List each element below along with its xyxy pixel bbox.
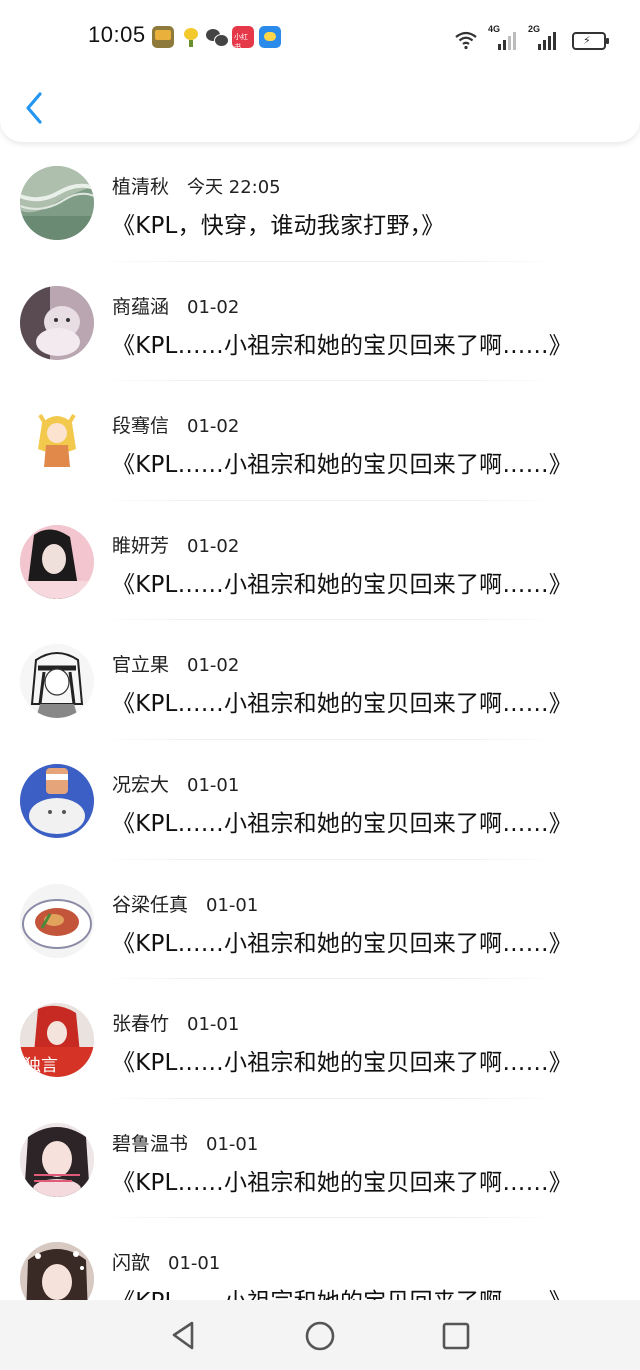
message-preview: 《KPL，快穿，谁动我家打野，》 [112,213,445,239]
message-preview: 《KPL……小祖宗和她的宝贝回来了啊……》 [112,452,572,479]
conversation-item[interactable]: 独言 张春竹 01-01 《KPL……小祖宗和她的宝贝回来了啊……》 [0,979,640,1099]
contact-name: 睢妍芳 [112,534,170,557]
avatar-caption: 独言 [24,1056,58,1076]
conversation-item[interactable]: 碧鲁温书 01-01 《KPL……小祖宗和她的宝贝回来了啊……》 [0,1099,640,1219]
avatar[interactable] [20,285,94,360]
contact-name: 商蕴涵 [112,295,170,318]
xiaohongshu-icon: 小红书 [232,26,254,51]
conversation-meta: 段骞信 01-02 [112,411,240,438]
back-triangle-icon [172,1321,194,1350]
xiaohongshu-icon-label: 小红书 [234,33,248,51]
conversation-meta: 闪歆 01-01 [112,1248,221,1275]
conversation-item[interactable]: 植清秋 今天 22:05 《KPL，快穿，谁动我家打野，》 [0,142,640,262]
conversation-meta: 碧鲁温书 01-01 [112,1129,259,1155]
message-preview: 《KPL……小祖宗和她的宝贝回来了啊……》 [112,691,572,718]
contact-name: 段骞信 [112,415,170,438]
avatar[interactable] [20,1242,94,1300]
bird-app-icon [180,26,202,48]
status-time: 10:05 [88,22,146,47]
message-time: 01-02 [187,296,240,318]
wechat-icon [206,26,229,48]
message-time: 01-01 [187,775,240,796]
conversation-meta: 睢妍芳 01-02 [112,531,240,557]
message-time: 01-02 [187,535,240,557]
conversation-meta: 官立果 01-02 [112,650,240,677]
contact-name: 谷梁任真 [112,893,189,916]
conversation-meta: 况宏大 01-01 [112,770,240,796]
avatar[interactable] [20,764,94,838]
message-time: 01-02 [187,416,240,438]
conversation-item[interactable]: 况宏大 01-01 《KPL……小祖宗和她的宝贝回来了啊……》 [0,740,640,860]
message-time: 01-01 [206,1133,259,1155]
contact-name: 况宏大 [112,774,170,796]
conversation-item[interactable]: 谷梁任真 01-01 《KPL……小祖宗和她的宝贝回来了啊……》 [0,860,640,980]
nav-recent-button[interactable] [438,1318,474,1354]
conversation-meta: 商蕴涵 01-02 [112,292,240,318]
avatar[interactable]: 独言 [20,1003,94,1078]
avatar[interactable] [20,166,94,240]
message-preview: 《KPL……小祖宗和她的宝贝回来了啊……》 [112,571,572,598]
message-time: 01-02 [187,655,240,677]
conversation-item[interactable]: 段骞信 01-02 《KPL……小祖宗和她的宝贝回来了啊……》 [0,381,640,501]
contact-name: 碧鲁温书 [112,1132,189,1155]
system-icons: 4G 2G ⚡ [454,24,609,50]
message-preview: 《KPL……小祖宗和她的宝贝回来了啊……》 [112,930,572,957]
conversation-meta: 张春竹 01-01 [112,1009,240,1036]
battery-charging-icon: ⚡ [572,32,609,50]
contact-name: 闪歆 [112,1252,151,1275]
message-preview: 《KPL……小祖宗和她的宝贝回来了啊……》 [112,332,572,359]
message-time: 01-01 [187,1014,240,1036]
message-time: 01-01 [206,894,259,916]
signal-icon-2: 2G [528,24,558,50]
recent-square-icon [442,1322,470,1350]
wifi-icon [454,30,478,50]
contact-name: 张春竹 [112,1013,170,1036]
message-time: 今天 22:05 [187,177,281,198]
conversation-meta: 植清秋 今天 22:05 [112,172,281,198]
chevron-left-icon [26,92,42,124]
message-preview: 《KPL……小祖宗和她的宝贝回来了啊……》 [112,1169,572,1196]
avatar[interactable] [20,883,94,958]
avatar[interactable] [20,524,94,599]
nav-back-button[interactable] [166,1318,202,1354]
contact-name: 植清秋 [112,176,170,198]
app-header: 10:05 小红书 4G 2G ⚡ [0,0,640,142]
contact-name: 官立果 [112,654,170,677]
avatar[interactable] [20,1122,94,1197]
conversation-item[interactable]: 官立果 01-02 《KPL……小祖宗和她的宝贝回来了啊……》 [0,620,640,740]
message-time: 01-01 [168,1253,221,1275]
avatar[interactable] [20,405,94,480]
home-circle-icon [305,1321,335,1351]
signal-icon-1: 4G [488,24,518,50]
system-nav-bar [0,1300,640,1370]
avatar[interactable] [20,644,94,719]
message-preview: 《KPL……小祖宗和她的宝贝回来了啊……》 [112,1282,572,1300]
nav-home-button[interactable] [302,1318,338,1354]
conversation-item[interactable]: 闪歆 01-01 《KPL……小祖宗和她的宝贝回来了啊……》 [0,1218,640,1300]
conversation-item[interactable]: 睢妍芳 01-02 《KPL……小祖宗和她的宝贝回来了啊……》 [0,501,640,621]
conversation-list[interactable]: 植清秋 今天 22:05 《KPL，快穿，谁动我家打野，》 商蕴涵 01-02 [0,142,640,1300]
message-preview: 《KPL……小祖宗和她的宝贝回来了啊……》 [112,1050,572,1077]
back-button[interactable] [18,88,54,128]
conversation-item[interactable]: 商蕴涵 01-02 《KPL……小祖宗和她的宝贝回来了啊……》 [0,262,640,382]
screen: 10:05 小红书 4G 2G ⚡ 植清秋 今天 22:05 《KPL，快穿，谁… [0,0,640,1370]
message-preview: 《KPL……小祖宗和她的宝贝回来了啊……》 [112,811,572,837]
status-bar: 10:05 小红书 4G 2G ⚡ [0,0,640,72]
bus-app-icon [152,26,174,48]
conversation-meta: 谷梁任真 01-01 [112,890,259,916]
weather-icon [259,26,281,48]
